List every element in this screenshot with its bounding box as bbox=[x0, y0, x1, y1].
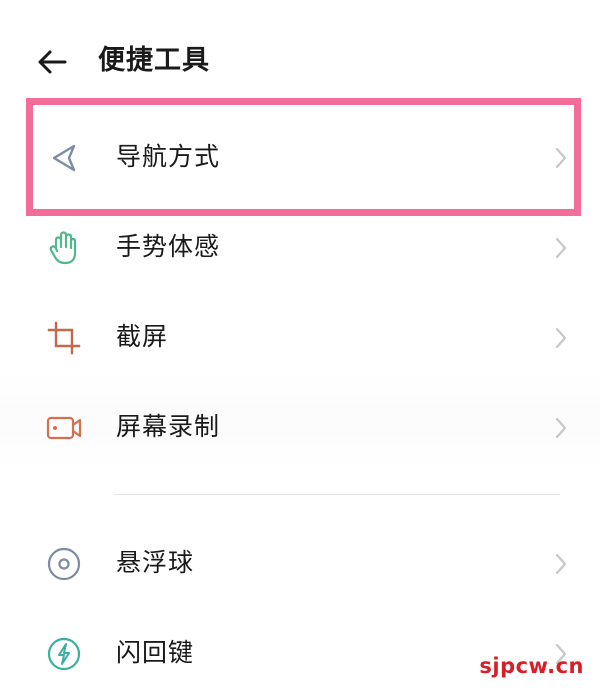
hand-gesture-icon bbox=[49, 231, 77, 265]
flash-back-icon bbox=[47, 637, 81, 671]
page-title: 便捷工具 bbox=[98, 45, 210, 76]
floating-ball-icon bbox=[47, 547, 81, 581]
chevron-right-icon bbox=[555, 417, 567, 439]
menu-item-label: 悬浮球 bbox=[116, 548, 195, 577]
chevron-right-icon bbox=[555, 553, 567, 575]
menu-item-screen-recording[interactable]: 屏幕录制 bbox=[0, 382, 600, 472]
menu-item-label: 闪回键 bbox=[116, 638, 195, 667]
menu-item-flash-back[interactable]: 闪回键 bbox=[0, 608, 600, 698]
menu-item-screenshot[interactable]: 截屏 bbox=[0, 292, 600, 382]
menu-item-navigation-mode[interactable]: 导航方式 bbox=[0, 112, 600, 202]
menu-item-gestures[interactable]: 手势体感 bbox=[0, 202, 600, 292]
menu-item-label: 截屏 bbox=[116, 322, 169, 351]
chevron-right-icon bbox=[555, 147, 567, 169]
chevron-right-icon bbox=[555, 237, 567, 259]
navigation-arrow-icon bbox=[52, 144, 76, 172]
header: 便捷工具 bbox=[0, 0, 600, 110]
chevron-right-icon bbox=[555, 327, 567, 349]
back-button[interactable] bbox=[32, 42, 72, 82]
section-divider bbox=[114, 494, 560, 495]
menu-item-label: 导航方式 bbox=[116, 142, 221, 171]
watermark: sjpcw.cn bbox=[479, 654, 584, 678]
menu-item-floating-ball[interactable]: 悬浮球 bbox=[0, 518, 600, 608]
video-camera-icon bbox=[46, 416, 82, 440]
menu-item-label: 屏幕录制 bbox=[116, 412, 221, 441]
menu-item-label: 手势体感 bbox=[116, 232, 221, 261]
arrow-left-icon bbox=[38, 50, 67, 74]
crop-screenshot-icon bbox=[47, 321, 81, 355]
